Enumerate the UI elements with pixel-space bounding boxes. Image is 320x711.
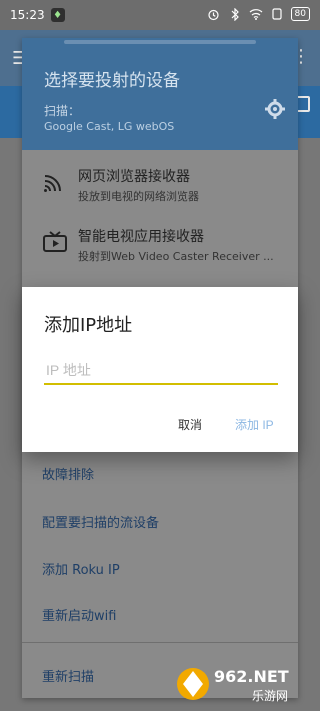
sheet-title: 选择要投射的设备 bbox=[44, 71, 180, 91]
watermark-logo-icon bbox=[177, 668, 209, 700]
receiver-web-browser[interactable]: 网页浏览器接收器 投放到电视的网络浏览器 bbox=[22, 154, 298, 210]
status-bar: 15:23 ♦ 80 bbox=[0, 0, 320, 30]
scan-value: Google Cast, LG webOS bbox=[44, 120, 175, 133]
option-restart-wifi[interactable]: 重新启动wifi bbox=[42, 605, 116, 624]
dialog-title: 添加IP地址 bbox=[44, 315, 133, 336]
app-notification-icon: ♦ bbox=[50, 8, 65, 22]
sheet-header: 选择要投射的设备 扫描： Google Cast, LG webOS bbox=[22, 38, 298, 150]
watermark: 962.NET 乐游网 bbox=[174, 665, 314, 705]
wifi-icon bbox=[249, 7, 263, 21]
sim-icon bbox=[270, 7, 284, 21]
option-configure-devices[interactable]: 配置要扫描的流设备 bbox=[42, 512, 159, 531]
divider bbox=[22, 642, 298, 643]
add-ip-button[interactable]: 添加 IP bbox=[235, 416, 274, 433]
tv-icon bbox=[42, 230, 68, 254]
sheet-handle[interactable] bbox=[64, 40, 256, 44]
receiver-subtitle: 投射到Web Video Caster Receiver ... bbox=[78, 250, 274, 263]
receiver-title: 智能电视应用接收器 bbox=[78, 229, 204, 245]
option-add-roku-ip[interactable]: 添加 Roku IP bbox=[42, 559, 120, 578]
rescan-button[interactable]: 重新扫描 bbox=[42, 666, 94, 685]
clock: 15:23 bbox=[10, 8, 45, 22]
alarm-icon bbox=[207, 7, 221, 21]
cancel-button[interactable]: 取消 bbox=[178, 416, 202, 433]
bluetooth-icon bbox=[228, 7, 242, 21]
watermark-sub: 乐游网 bbox=[252, 689, 289, 703]
receiver-title: 网页浏览器接收器 bbox=[78, 169, 190, 185]
receiver-smart-tv[interactable]: 智能电视应用接收器 投射到Web Video Caster Receiver .… bbox=[22, 214, 298, 270]
receiver-subtitle: 投放到电视的网络浏览器 bbox=[78, 190, 199, 203]
option-troubleshoot[interactable]: 故障排除 bbox=[42, 464, 94, 483]
cast-icon bbox=[42, 170, 68, 194]
gear-icon[interactable] bbox=[264, 98, 286, 120]
battery-indicator: 80 bbox=[290, 7, 310, 21]
ip-address-input[interactable] bbox=[44, 357, 278, 385]
add-ip-dialog: 添加IP地址 取消 添加 IP bbox=[22, 287, 298, 452]
watermark-brand: 962.NET bbox=[214, 667, 289, 686]
scan-label: 扫描： bbox=[44, 104, 81, 118]
status-icons: 80 bbox=[207, 7, 310, 21]
